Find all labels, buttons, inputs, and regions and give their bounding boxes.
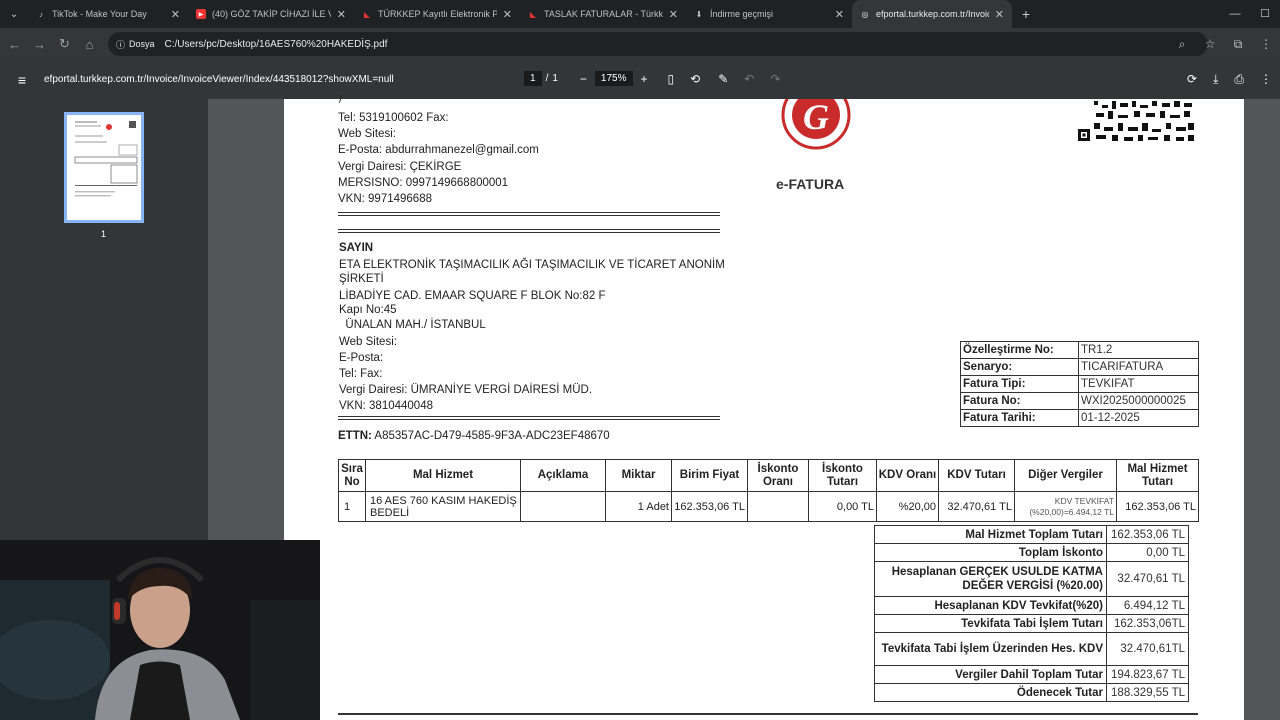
close-icon[interactable]: ✕: [503, 8, 512, 21]
pdf-viewer[interactable]: / Tel: 5319100602 Fax: Web Sitesi: E-Pos…: [208, 94, 1280, 720]
table-row: Ödenecek Tutar 188.329,55 TL: [874, 683, 1189, 702]
menu-dots-icon[interactable]: ⋮: [1252, 37, 1280, 51]
svg-text:G: G: [803, 99, 829, 137]
turkkep-icon: ◣: [363, 9, 371, 19]
divider: [338, 229, 720, 233]
table-row: Tevkifata Tabi İşlem Tutarı 162.353,06TL: [874, 614, 1189, 633]
tab-turkkep-mail[interactable]: ◣ TÜRKKEP Kayıtlı Elektronik Posta ✕: [354, 0, 520, 28]
address-toolbar: ← → ↻ ⌂ ⓘ Dosya C:/Users/pc/Desktop/16AES…: [0, 28, 1280, 60]
thumbnail-preview: [74, 121, 138, 197]
seller-top-fragment: /: [339, 94, 343, 106]
table-row: Hesaplanan GERÇEK USULDE KATMA DEĞER VER…: [874, 561, 1189, 597]
download-icon[interactable]: ⤓: [1213, 72, 1218, 87]
fit-page-icon[interactable]: ▯: [668, 72, 675, 86]
close-icon[interactable]: ✕: [171, 8, 180, 21]
table-row: Mal Hizmet Toplam Tutarı 162.353,06 TL: [874, 525, 1189, 544]
invoice-meta-table: Özelleştirme No: TR1.2 Senaryo: TICARIFATU…: [960, 341, 1199, 427]
invoice-totals-table: Mal Hizmet Toplam Tutarı 162.353,06 TL To…: [874, 525, 1189, 702]
maximize-icon[interactable]: ☐: [1250, 0, 1280, 28]
divider: [338, 212, 720, 216]
sidebar-menu-icon[interactable]: ≡: [0, 72, 44, 88]
thumbnail-page-number: 1: [101, 229, 107, 239]
download-icon: ⬇: [695, 9, 703, 19]
bookmark-star-icon[interactable]: ☆: [1196, 37, 1224, 51]
table-row: Hesaplanan KDV Tevkifat(%20) 6.494,12 TL: [874, 596, 1189, 615]
tab-taslak-faturalar[interactable]: ◣ TASLAK FATURALAR - Türkkep ✕: [520, 0, 686, 28]
webcam-person-image: [0, 540, 320, 720]
extensions-icon[interactable]: ⧉: [1224, 37, 1252, 52]
annotate-icon[interactable]: ✎: [718, 72, 728, 86]
pdf-title: efportal.turkkep.com.tr/Invoice/InvoiceV…: [44, 74, 394, 85]
close-icon[interactable]: ✕: [995, 8, 1004, 21]
table-row: Tevkifata Tabi İşlem Üzerinden Hes. KDV 3…: [874, 632, 1189, 666]
zoom-icon[interactable]: ⌕: [1168, 37, 1196, 52]
undo-icon[interactable]: ↶: [744, 72, 754, 86]
ettn-line: ETTN: A85357AC-D479-4585-9F3A-ADC23EF486…: [338, 430, 610, 442]
tab-youtube[interactable]: ▶ (40) GÖZ TAKİP CİHAZI İLE VİRA ✕: [188, 0, 354, 28]
tab-downloads[interactable]: ⬇ İndirme geçmişi ✕: [686, 0, 852, 28]
zoom-level-input[interactable]: 175%: [594, 71, 633, 86]
site-info-chip[interactable]: ⓘ Dosya: [116, 38, 155, 51]
new-tab-button[interactable]: +: [1012, 6, 1040, 22]
rotate-icon[interactable]: ⟲: [690, 72, 700, 86]
tab-efportal[interactable]: ◎ efportal.turkkep.com.tr/Invoice ✕: [852, 0, 1012, 28]
webcam-overlay: [0, 540, 320, 720]
turkkep-icon: ◣: [529, 9, 537, 19]
gib-logo-icon: G: [781, 99, 851, 150]
table-row: Toplam İskonto 0,00 TL: [874, 543, 1189, 562]
zoom-out-icon[interactable]: −: [580, 72, 587, 86]
close-icon[interactable]: ✕: [669, 8, 678, 21]
forward-icon[interactable]: →: [27, 37, 52, 52]
tab-strip: ⌄ ♪ TikTok - Make Your Day ✕ ▶ (40) GÖZ …: [0, 0, 1280, 28]
pdf-page: / Tel: 5319100602 Fax: Web Sitesi: E-Pos…: [284, 94, 1244, 720]
invoice-items-table: Sıra No Mal Hizmet Açıklama Miktar Birim…: [338, 459, 1199, 522]
page-thumbnail[interactable]: [64, 112, 144, 223]
page-number-input[interactable]: 1: [524, 71, 542, 86]
url-text: C:/Users/pc/Desktop/16AES760%20HAKEDİŞ.p…: [164, 38, 388, 50]
buyer-block: SAYIN ETA ELEKTRONİK TAŞIMACILIK AĞI TAŞ…: [339, 242, 725, 412]
close-icon[interactable]: ✕: [835, 8, 844, 21]
omnibox[interactable]: ⓘ Dosya C:/Users/pc/Desktop/16AES760%20HA…: [108, 32, 1208, 56]
divider: [338, 713, 1198, 715]
seller-block: Tel: 5319100602 Fax: Web Sitesi: E-Posta…: [338, 112, 539, 206]
print-icon[interactable]: ⎙: [1234, 72, 1244, 87]
globe-icon: ◎: [861, 9, 869, 19]
page-total: 1: [552, 73, 558, 84]
youtube-icon: ▶: [196, 9, 206, 19]
table-row: 1 16 AES 760 KASIM HAKEDİŞ BEDELİ 1 Adet…: [338, 491, 1199, 522]
efatura-title: e-FATURA: [776, 176, 845, 192]
back-icon[interactable]: ←: [2, 37, 27, 52]
redo-icon[interactable]: ↷: [770, 72, 780, 86]
save-annotation-icon[interactable]: ⟳: [1187, 72, 1197, 87]
pdf-toolbar: ≡ efportal.turkkep.com.tr/Invoice/Invoic…: [0, 60, 1280, 99]
reload-icon[interactable]: ↻: [52, 36, 77, 52]
more-options-icon[interactable]: ⋮: [1260, 72, 1272, 87]
divider: [338, 416, 720, 420]
minimize-icon[interactable]: —: [1220, 0, 1250, 28]
tab-tiktok[interactable]: ♪ TikTok - Make Your Day ✕: [28, 0, 188, 28]
tiktok-icon: ♪: [39, 9, 43, 19]
window-controls: — ☐: [1220, 0, 1280, 28]
tab-search-icon[interactable]: ⌄: [0, 0, 28, 28]
zoom-in-icon[interactable]: +: [641, 72, 648, 86]
info-icon: ⓘ: [116, 39, 126, 50]
qr-code-icon: [1076, 99, 1196, 143]
table-row: Vergiler Dahil Toplam Tutar 194.823,67 TL: [874, 665, 1189, 684]
home-icon[interactable]: ⌂: [77, 37, 102, 52]
close-icon[interactable]: ✕: [337, 8, 346, 21]
